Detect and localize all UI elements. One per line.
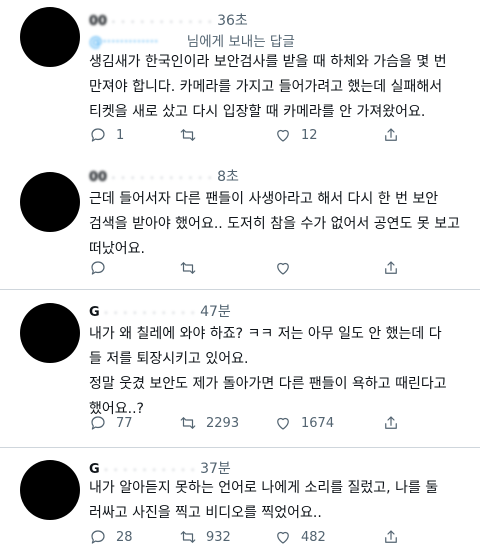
tweet-text: 내가 왜 칠레에 와야 하죠? ㅋㅋ 저는 아무 일도 안 했는데 다 들 저를… xyxy=(89,322,469,422)
share-button[interactable] xyxy=(382,526,400,548)
tweet-header: 00 · · · · · · · · · · · 36초 xyxy=(89,10,248,29)
avatar[interactable] xyxy=(20,303,80,363)
timestamp[interactable]: 8초 xyxy=(217,169,239,185)
like-icon xyxy=(277,262,289,275)
handle-blurred[interactable]: · · · · · · · · · · · xyxy=(112,15,213,29)
tweet-line: 들 저를 퇴장시키고 있어요. xyxy=(89,351,249,367)
timestamp[interactable]: 37분 xyxy=(200,461,231,477)
tweet-line: 정말 웃겼 보안도 제가 돌아가면 다른 팬들이 욕하고 때린다고 xyxy=(89,376,447,392)
timestamp[interactable]: 36초 xyxy=(217,13,248,29)
reply-button[interactable]: 1 xyxy=(89,124,124,146)
like-count: 1674 xyxy=(301,415,335,431)
reply-count: 77 xyxy=(116,415,133,431)
retweet-button[interactable] xyxy=(179,124,206,146)
display-name-blurred[interactable]: 00 xyxy=(89,14,107,29)
tweet-4[interactable]: G · · · · · · · · · · 37분 내가 알아듣지 못하는 언어… xyxy=(0,448,480,557)
reply-icon xyxy=(91,416,105,430)
avatar[interactable] xyxy=(20,172,80,232)
reply-button[interactable]: 77 xyxy=(89,412,133,434)
handle-blurred[interactable]: · · · · · · · · · · · xyxy=(112,171,213,185)
share-button[interactable] xyxy=(382,124,400,146)
like-count: 482 xyxy=(301,529,326,545)
retweet-icon xyxy=(180,262,196,274)
tweet-header: G · · · · · · · · · · 37분 xyxy=(89,458,231,477)
display-name-blurred[interactable]: G xyxy=(89,305,100,320)
avatar[interactable] xyxy=(20,460,80,520)
retweet-icon xyxy=(180,531,196,543)
timestamp[interactable]: 47분 xyxy=(200,304,231,320)
tweet-header: 00 · · · · · · · · · · · 8초 xyxy=(89,166,239,185)
tweet-line: 생김새가 한국인이라 보안검사를 받을 때 하체와 가슴을 몇 번 xyxy=(89,54,447,70)
tweet-line: 만져야 합니다. 카메라를 가지고 들어가려고 했는데 실패해서 xyxy=(89,79,443,95)
tweet-1[interactable]: 00 · · · · · · · · · · · 36초 @ ·········… xyxy=(0,0,480,152)
display-name-blurred[interactable]: G xyxy=(89,462,100,477)
like-button[interactable] xyxy=(274,257,301,279)
tweet-line: 근데 들어서자 다른 팬들이 사생아라고 해서 다시 한 번 보안 xyxy=(89,191,439,207)
retweet-icon xyxy=(180,417,196,429)
retweet-button[interactable] xyxy=(179,257,206,279)
tweet-header: G · · · · · · · · · · 47분 xyxy=(89,301,231,320)
tweet-actions: 28 932 482 xyxy=(89,526,469,548)
tweet-text: 내가 알아듣지 못하는 언어로 나에게 소리를 질렀고, 나를 둘 러싸고 사진… xyxy=(89,476,469,526)
retweet-count: 2293 xyxy=(206,415,240,431)
like-button[interactable]: 482 xyxy=(274,526,326,548)
tweet-actions xyxy=(89,257,469,279)
like-icon xyxy=(277,417,289,430)
reply-count: 1 xyxy=(116,127,125,143)
reply-mention[interactable]: @ xyxy=(89,34,103,50)
reply-count: 28 xyxy=(116,529,133,545)
like-count: 12 xyxy=(301,127,318,143)
reply-icon xyxy=(91,530,105,544)
tweet-line: 티켓을 새로 샀고 다시 입장할 때 카메라를 안 가져왔어요. xyxy=(89,104,426,120)
display-name-blurred[interactable]: 00 xyxy=(89,170,107,185)
reply-button[interactable] xyxy=(89,257,116,279)
share-icon xyxy=(385,261,397,274)
handle-blurred[interactable]: · · · · · · · · · · xyxy=(104,306,195,320)
share-icon xyxy=(385,416,397,429)
share-button[interactable] xyxy=(382,257,400,279)
tweet-line: 검색을 받아야 했어요.. 도저히 참을 수가 없어서 공연도 못 보고 xyxy=(89,216,460,232)
reply-icon xyxy=(91,128,105,142)
like-button[interactable]: 12 xyxy=(274,124,318,146)
reply-icon xyxy=(91,261,105,275)
tweet-text: 생김새가 한국인이라 보안검사를 받을 때 하체와 가슴을 몇 번 만져야 합니… xyxy=(89,50,469,125)
retweet-button[interactable]: 932 xyxy=(179,526,231,548)
retweet-icon xyxy=(180,129,196,141)
tweet-2[interactable]: 00 · · · · · · · · · · · 8초 근데 들어서자 다른 팬… xyxy=(0,152,480,287)
retweet-count: 932 xyxy=(206,529,231,545)
tweet-actions: 77 2293 1674 xyxy=(89,412,469,434)
avatar[interactable] xyxy=(20,7,80,67)
tweet-line: 러싸고 사진을 찍고 비디오를 찍었어요.. xyxy=(89,505,322,521)
tweet-line: 내가 왜 칠레에 와야 하죠? ㅋㅋ 저는 아무 일도 안 했는데 다 xyxy=(89,326,442,342)
tweet-line: 내가 알아듣지 못하는 언어로 나에게 소리를 질렀고, 나를 둘 xyxy=(89,480,439,496)
tweet-text: 근데 들어서자 다른 팬들이 사생아라고 해서 다시 한 번 보안 검색을 받아… xyxy=(89,187,469,262)
share-icon xyxy=(385,128,397,141)
like-button[interactable]: 1674 xyxy=(274,412,334,434)
handle-blurred[interactable]: · · · · · · · · · · xyxy=(104,463,195,477)
like-icon xyxy=(277,129,289,142)
retweet-button[interactable]: 2293 xyxy=(179,412,239,434)
like-icon xyxy=(277,531,289,544)
reply-label: 님에게 보내는 답글 xyxy=(186,34,295,50)
tweet-3[interactable]: G · · · · · · · · · · 47분 내가 왜 칠레에 와야 하죠… xyxy=(0,290,480,446)
reply-button[interactable]: 28 xyxy=(89,526,133,548)
reply-context: @ ············· 님에게 보내는 답글 xyxy=(89,34,295,50)
tweet-actions: 1 12 xyxy=(89,124,469,146)
share-button[interactable] xyxy=(382,412,400,434)
share-icon xyxy=(385,530,397,543)
